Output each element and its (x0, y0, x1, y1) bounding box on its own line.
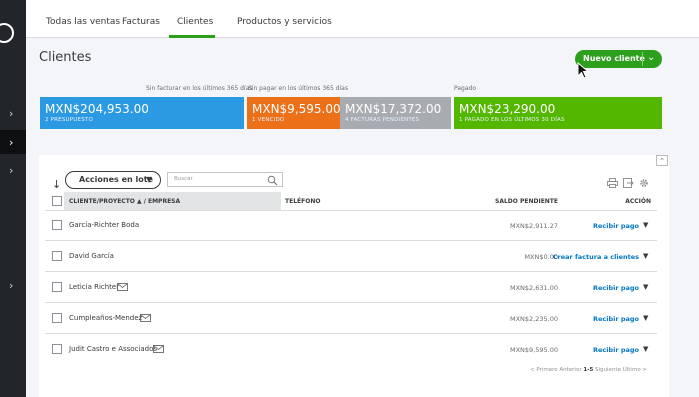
row-checkbox[interactable] (52, 344, 62, 354)
select-all-checkbox[interactable] (52, 196, 62, 206)
pagination: < Primero Anterior 1-5 Siguiente Último … (530, 367, 647, 373)
phone-column-header[interactable]: TELÉFONO (285, 198, 320, 216)
caret-down-icon[interactable]: ▼ (643, 314, 648, 322)
caret-down-icon[interactable]: ▼ (643, 283, 648, 291)
row-checkbox[interactable] (52, 220, 62, 230)
tab-products-services[interactable]: Productos y servicios (237, 17, 332, 27)
open-invoices-label: 4 FACTURAS PENDIENTES (345, 117, 420, 123)
row-checkbox[interactable] (52, 313, 62, 323)
create-invoice-link[interactable]: Crear factura a clientes (529, 253, 639, 261)
sales-tabs: Todas las ventas Facturas Clientes Produ… (26, 0, 699, 38)
open-invoices-tile[interactable]: MXN$17,372.00 4 FACTURAS PENDIENTES (340, 97, 451, 129)
chevron-down-icon[interactable]: ⌄ (647, 52, 655, 63)
overdue-label: 1 VENCIDO (252, 117, 285, 123)
unbilled-caption: Sin facturar en los últimos 365 días (146, 85, 253, 92)
tab-invoices[interactable]: Facturas (122, 17, 160, 27)
chevron-right-icon[interactable]: › (9, 280, 13, 291)
receive-payment-link[interactable]: Recibir pago (529, 346, 639, 354)
chevron-right-icon[interactable]: › (9, 108, 13, 119)
action-column-header: ACCIÓN (625, 198, 651, 205)
tab-customers[interactable]: Clientes (177, 17, 213, 27)
new-customer-label: Nuevo cliente (583, 54, 645, 63)
balance-column-header[interactable]: SALDO PENDIENTE (468, 198, 558, 216)
row-divider (45, 271, 657, 272)
pager-range: 1-5 (583, 367, 594, 373)
page-title: Clientes (39, 50, 92, 65)
tab-all-sales[interactable]: Todas las ventas (46, 17, 120, 27)
pager-next[interactable]: Siguiente (595, 367, 621, 373)
print-icon[interactable] (607, 178, 618, 188)
batch-actions-dropdown[interactable]: Acciones en lote ▼ (65, 171, 161, 189)
row-divider (45, 302, 657, 303)
chevron-right-icon[interactable]: › (9, 165, 13, 176)
customer-name[interactable]: Leticia Richter (69, 283, 119, 291)
pager-first[interactable]: < Primero (530, 367, 558, 373)
paid-label: 1 PAGADO EN LOS ÚLTIMOS 30 DÍAS (459, 117, 565, 123)
paid-tile[interactable]: MXN$23,290.00 1 PAGADO EN LOS ÚLTIMOS 30… (454, 97, 662, 129)
row-divider (45, 333, 657, 334)
estimates-amount: MXN$204,953.00 (45, 102, 149, 116)
pager-last[interactable]: Último > (623, 367, 647, 373)
sort-arrow-icon[interactable]: ↓ (52, 178, 61, 191)
mail-icon[interactable] (117, 283, 128, 291)
row-checkbox[interactable] (52, 251, 62, 261)
button-divider (642, 52, 643, 66)
estimates-label: 2 PRESUPUESTO (45, 117, 93, 123)
pager-prev[interactable]: Anterior (559, 367, 581, 373)
mail-icon[interactable] (140, 314, 151, 322)
unpaid-caption: Sin pagar en los últimos 365 días (248, 85, 348, 92)
customer-column-header[interactable]: CLIENTE/PROYECTO ▲ / EMPRESA (69, 198, 180, 216)
open-invoices-amount: MXN$17,372.00 (345, 102, 442, 116)
chevron-right-icon[interactable]: › (9, 137, 13, 148)
receive-payment-link[interactable]: Recibir pago (529, 284, 639, 292)
customer-name[interactable]: Cumpleaños-Mendez (69, 314, 142, 322)
customer-name[interactable]: David García (69, 252, 114, 260)
caret-down-icon: ▼ (146, 175, 153, 184)
caret-down-icon[interactable]: ▼ (643, 221, 648, 229)
search-input[interactable]: Buscar (167, 172, 283, 187)
receive-payment-link[interactable]: Recibir pago (529, 315, 639, 323)
overdue-amount: MXN$9,595.00 (252, 102, 341, 116)
mail-icon[interactable] (153, 345, 164, 353)
receive-payment-link[interactable]: Recibir pago (529, 222, 639, 230)
gear-icon[interactable] (639, 178, 649, 188)
left-nav-rail: › › › › (0, 0, 26, 397)
active-tab-indicator (169, 35, 215, 38)
mouse-cursor-icon (577, 62, 590, 79)
overdue-tile[interactable]: MXN$9,595.00 1 VENCIDO (247, 97, 341, 129)
customer-name[interactable]: Judit Castro e Associados (69, 345, 157, 353)
export-icon[interactable] (623, 178, 634, 188)
collapse-icon[interactable]: ⌃ (656, 155, 668, 166)
estimates-tile[interactable]: MXN$204,953.00 2 PRESUPUESTO (40, 97, 244, 129)
paid-caption: Pagado (454, 85, 476, 92)
header-divider (45, 210, 657, 211)
caret-down-icon[interactable]: ▼ (643, 345, 648, 353)
search-icon (267, 175, 278, 186)
row-checkbox[interactable] (52, 282, 62, 292)
customer-name[interactable]: García-Richter Boda (69, 221, 139, 229)
caret-down-icon[interactable]: ▼ (643, 252, 648, 260)
batch-actions-label: Acciones en lote (79, 175, 153, 184)
paid-amount: MXN$23,290.00 (459, 102, 556, 116)
menu-toggle-icon[interactable] (0, 23, 14, 43)
row-divider (45, 240, 657, 241)
search-placeholder: Buscar (174, 176, 193, 182)
